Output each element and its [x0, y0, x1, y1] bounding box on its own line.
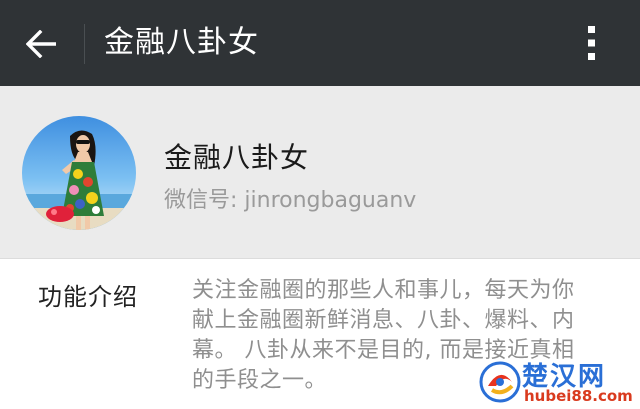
arrow-left-icon [26, 30, 56, 58]
app-bar: 金融八卦女 [0, 0, 640, 86]
avatar-photo [22, 116, 136, 230]
back-button[interactable] [18, 22, 66, 66]
more-vertical-icon [588, 26, 595, 60]
watermark-logo-icon [479, 361, 521, 403]
page-title: 金融八卦女 [104, 25, 259, 60]
more-options-button[interactable] [570, 18, 614, 68]
account-name: 金融八卦女 [164, 141, 310, 174]
watermark-domain: hubei88.com [524, 387, 633, 405]
profile-header: 金融八卦女 微信号: jinrongbaguanv [0, 86, 640, 258]
wechat-id: 微信号: jinrongbaguanv [164, 188, 417, 213]
function-intro-label: 功能介绍 [38, 283, 138, 311]
intro-line: 关注金融圈的那些人和事儿，每天为你 [192, 278, 575, 303]
intro-line: 献上金融圈新鲜消息、八卦、爆料、内 [192, 308, 575, 333]
avatar[interactable] [22, 116, 136, 230]
appbar-divider [84, 24, 85, 64]
site-watermark: 楚汉网 hubei88.com [478, 356, 640, 408]
